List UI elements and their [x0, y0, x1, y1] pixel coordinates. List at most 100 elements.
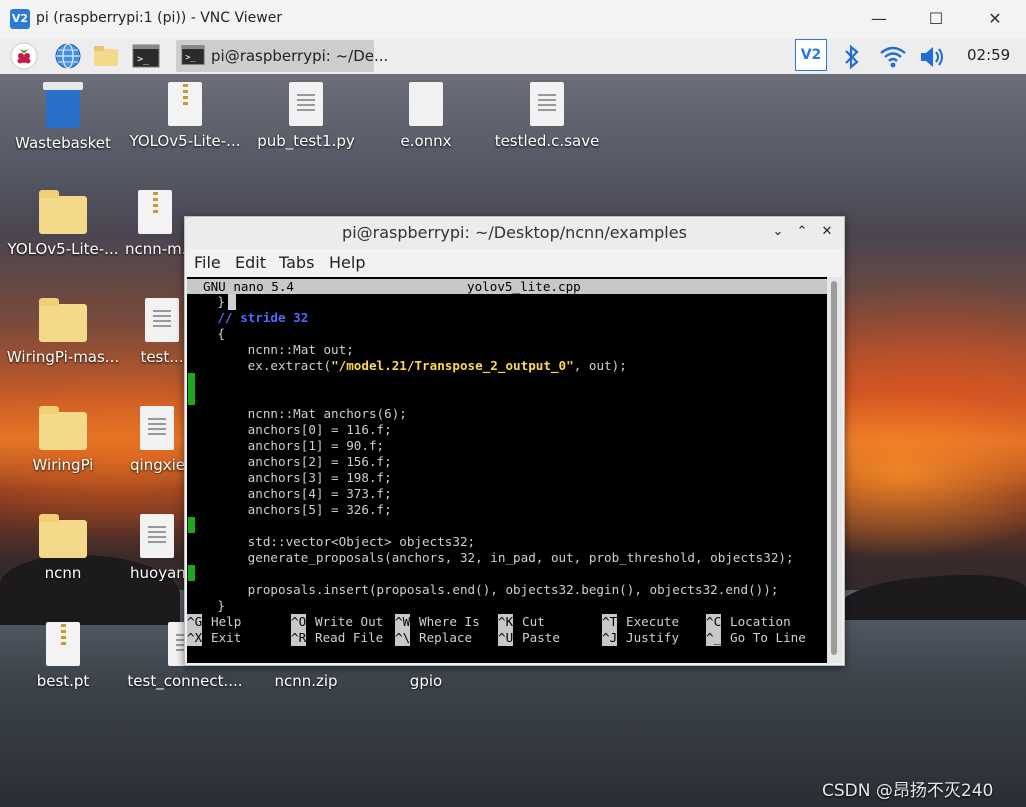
folder-icon [39, 190, 87, 234]
shortcut-key: ^C [706, 614, 722, 630]
archive-icon [46, 622, 80, 666]
terminal-scrollbar[interactable] [827, 277, 842, 663]
menu-help[interactable]: Help [329, 253, 365, 272]
code-line: anchors[0] = 116.f; [187, 422, 392, 438]
terminal-icon[interactable]: >_ [132, 42, 160, 70]
shortcut-label: Read File [315, 630, 384, 645]
desktop-icon-file[interactable]: testled.c.save [487, 82, 607, 150]
gutter-marker [188, 373, 195, 389]
watermark: CSDN @昂扬不灭240 [822, 781, 994, 801]
code-line: proposals.insert(proposals.end(), object… [187, 582, 779, 598]
desktop-icon-folder[interactable]: WiringPi [3, 406, 123, 474]
terminal-titlebar[interactable]: pi@raspberrypi: ~/Desktop/ncnn/examples … [185, 217, 844, 249]
shortcut-key: ^G [187, 614, 203, 630]
menu-edit[interactable]: Edit [235, 253, 266, 272]
code-token: anchors[3] = 198.f; [187, 470, 392, 485]
shortcut-label: Justify [626, 630, 680, 645]
wifi-icon[interactable] [878, 44, 908, 70]
shortcut-key: ^W [395, 614, 411, 630]
code-token: anchors[1] = 90.f; [187, 438, 385, 453]
desktop-icon-zip[interactable]: YOLOv5-Lite-... [125, 82, 245, 150]
code-line: anchors[4] = 373.f; [187, 486, 392, 502]
desktop-icon-label: ncnn [44, 564, 82, 582]
code-token: ncnn::Mat anchors(6); [187, 406, 407, 421]
desktop-icon-label: gpio [409, 672, 443, 690]
code-token: // stride 32 [217, 310, 309, 325]
vnc-logo-icon: V2 [10, 9, 30, 29]
shortcut-key: ^\ [395, 630, 411, 646]
chevron-up-icon[interactable]: ⌃ [794, 224, 810, 240]
terminal-icon: >_ [181, 45, 205, 65]
shortcut-label: Where Is [419, 614, 480, 629]
code-token: "/model.21/Transpose_2_output_0" [331, 358, 574, 373]
code-line: ncnn::Mat out; [187, 342, 354, 358]
archive-icon [168, 82, 202, 126]
taskbar: >_ >_ pi@raspberrypi: ~/De... [0, 38, 1026, 74]
code-line: anchors[2] = 156.f; [187, 454, 392, 470]
menu-file[interactable]: File [194, 253, 221, 272]
code-line: anchors[5] = 326.f; [187, 502, 392, 518]
shortcut-label: Write Out [315, 614, 384, 629]
desktop-icon-zip[interactable]: best.pt [3, 622, 123, 690]
desktop-icon-folder[interactable]: WiringPi-mas... [3, 298, 123, 366]
code-token: } [187, 294, 225, 309]
text-file-icon [145, 298, 179, 342]
code-token: anchors[5] = 326.f; [187, 502, 392, 517]
desktop-icon-label: pub_test1.py [257, 132, 355, 150]
desktop-icon-wastebasket[interactable]: Wastebasket [3, 82, 123, 152]
shortcut-key: ^U [498, 630, 514, 646]
nano-header: GNU nano 5.4 yolov5_lite.cpp [187, 279, 827, 294]
code-token: anchors[4] = 373.f; [187, 486, 392, 501]
desktop-icon-label: Wastebasket [15, 134, 111, 152]
desktop-icon-label: YOLOv5-Lite-... [7, 240, 119, 258]
shortcut-label: Location [730, 614, 791, 629]
folder-icon [39, 514, 87, 558]
desktop-icon-label: ncnn-m... [125, 240, 185, 258]
volume-icon[interactable] [918, 44, 948, 70]
scrollbar-thumb[interactable] [831, 281, 837, 655]
code-line: } [187, 294, 225, 310]
text-file-icon [289, 82, 323, 126]
desktop-icon-folder[interactable]: ncnn [3, 514, 123, 582]
terminal-menubar: File Edit Tabs Help [185, 249, 844, 277]
taskbar-active-window[interactable]: >_ pi@raspberrypi: ~/De... [176, 40, 388, 72]
desktop-icon-file[interactable]: qingxie... [130, 406, 184, 474]
desktop-icon-file[interactable]: test... [140, 298, 184, 366]
file-icon [409, 82, 443, 126]
close-button[interactable]: ✕ [972, 6, 1018, 32]
close-icon[interactable]: ✕ [819, 224, 835, 240]
terminal-screen[interactable]: GNU nano 5.4 yolov5_lite.cpp } // stride … [187, 277, 827, 663]
desktop-icon-folder[interactable]: YOLOv5-Lite-... [3, 190, 123, 258]
shortcut-key: ^R [291, 630, 307, 646]
text-file-icon [530, 82, 564, 126]
code-token: { [187, 326, 225, 341]
code-token: ex.extract( [187, 358, 332, 373]
vnc-tray-icon[interactable]: V2 [795, 39, 827, 71]
raspberry-menu-icon[interactable] [10, 42, 38, 70]
browser-icon[interactable] [54, 42, 82, 70]
desktop-icon-zip[interactable]: ncnn-m... [125, 190, 185, 258]
minimize-button[interactable]: — [856, 6, 902, 32]
desktop-icon-file[interactable]: huoyan... [130, 514, 184, 582]
code-line: ex.extract("/model.21/Transpose_2_output… [187, 358, 627, 374]
desktop-icon-label: best.pt [36, 672, 90, 690]
maximize-button[interactable]: ☐ [913, 6, 959, 32]
code-token: , out); [573, 358, 627, 373]
code-token: anchors[0] = 116.f; [187, 422, 392, 437]
archive-icon [138, 190, 172, 234]
code-line: anchors[3] = 198.f; [187, 470, 392, 486]
code-line: } [187, 598, 225, 614]
text-file-icon [140, 406, 174, 450]
bluetooth-icon[interactable] [842, 44, 862, 70]
text-cursor [228, 294, 236, 310]
gutter-marker [188, 565, 195, 581]
desktop-icon-label: qingxie... [130, 456, 184, 474]
desktop-icon-file[interactable]: e.onnx [366, 82, 486, 150]
menu-tabs[interactable]: Tabs [279, 253, 314, 272]
desktop-icon-file[interactable]: pub_test1.py [246, 82, 366, 150]
desktop-icon-label: testled.c.save [494, 132, 600, 150]
code-token: anchors[2] = 156.f; [187, 454, 392, 469]
chevron-down-icon[interactable]: ⌄ [770, 224, 786, 240]
file-manager-icon[interactable] [92, 42, 120, 70]
